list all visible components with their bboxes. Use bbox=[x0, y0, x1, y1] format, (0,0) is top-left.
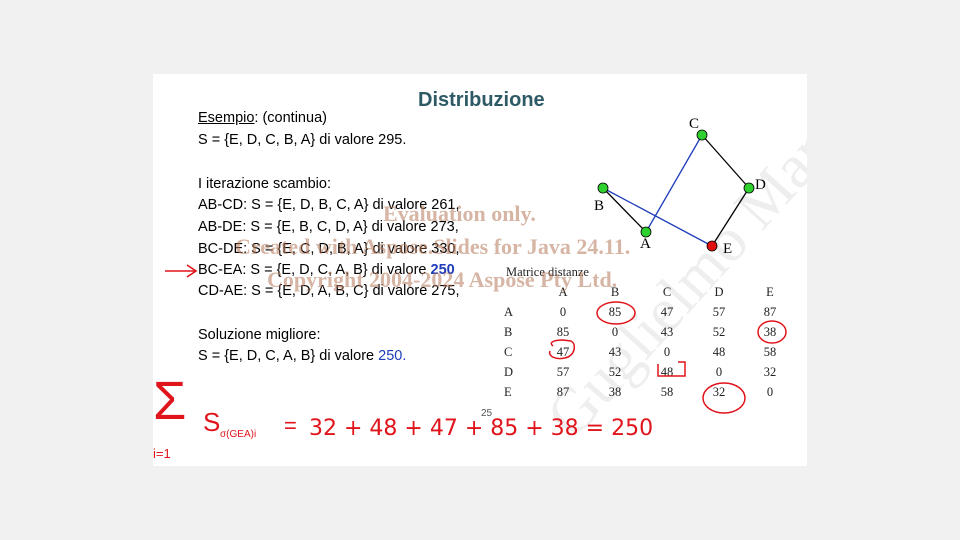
equals-sign: = bbox=[284, 413, 297, 438]
watermark-line-2: Created with Aspose.Slides for Java 24.1… bbox=[235, 234, 631, 259]
circle-38 bbox=[757, 320, 787, 344]
watermark-line-1: Evaluation only. bbox=[383, 201, 536, 226]
circle-85 bbox=[596, 301, 636, 325]
bracket-48 bbox=[657, 361, 686, 377]
circle-47 bbox=[548, 339, 576, 360]
s-subscript: σ(GEA)i bbox=[220, 429, 257, 440]
circle-32 bbox=[702, 382, 746, 414]
sum-symbol: Σ bbox=[153, 371, 187, 431]
watermark-line-3: Copyright 2004-2024 Aspose Pty Ltd. bbox=[267, 267, 618, 292]
sum-lower-bound: i=1 bbox=[153, 446, 171, 461]
slide: Guglielmo Marc Distribuzione Esempio: (c… bbox=[153, 74, 807, 466]
sum-expression: 32 + 48 + 47 + 85 + 38 = 250 bbox=[309, 416, 654, 441]
s-symbol: S bbox=[203, 407, 221, 437]
